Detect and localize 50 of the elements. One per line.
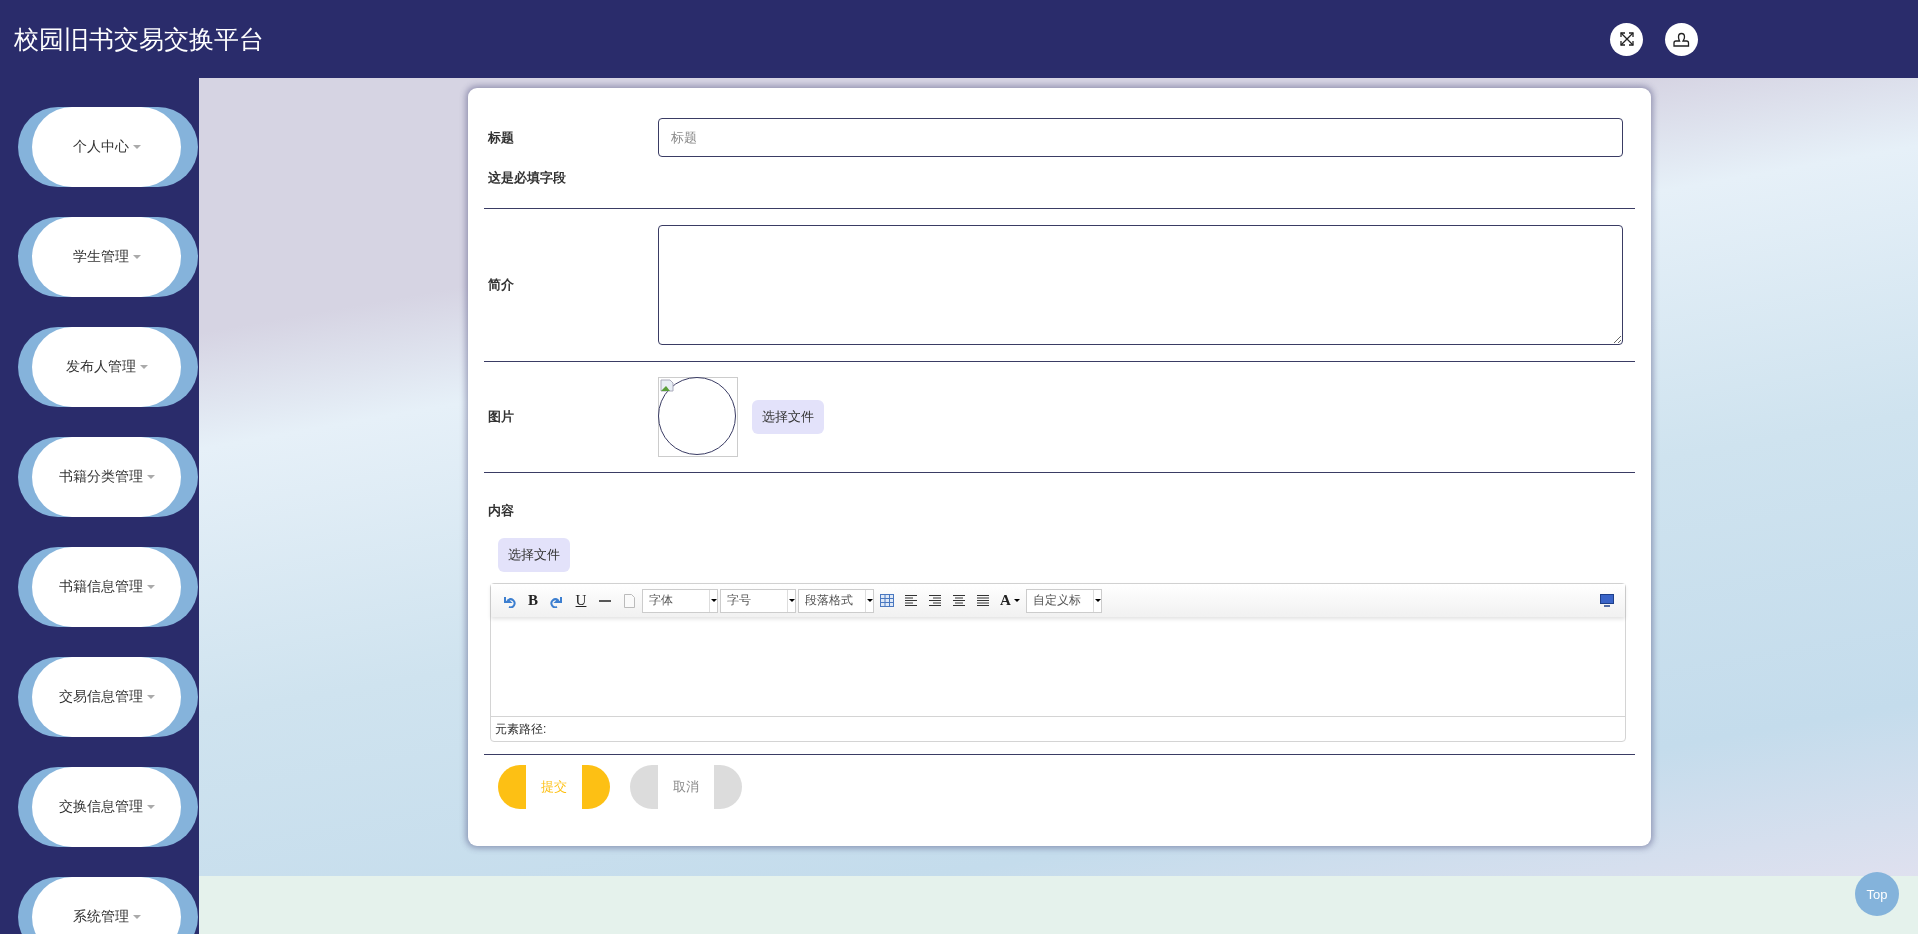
- caret-icon: [139, 365, 148, 369]
- font-color-button[interactable]: A: [995, 590, 1025, 611]
- caret-icon: [788, 599, 795, 602]
- person-icon: [1673, 30, 1690, 48]
- cancel-button[interactable]: 取消: [630, 765, 742, 809]
- caret-icon: [1013, 599, 1020, 602]
- sidebar-item[interactable]: 学生管理: [18, 217, 198, 297]
- caret-icon: [1094, 599, 1101, 602]
- caret-icon: [132, 255, 141, 259]
- text-lines-icon: [952, 594, 966, 607]
- user-button[interactable]: [1665, 22, 1698, 56]
- text-lines-icon: [976, 594, 990, 607]
- page-icon: [622, 593, 636, 608]
- underline-button[interactable]: U: [569, 590, 593, 611]
- sidebar-item[interactable]: 发布人管理: [18, 327, 198, 407]
- field-label: 简介: [488, 276, 515, 294]
- app-title: 校园旧书交易交换平台: [14, 23, 265, 55]
- caret-icon: [146, 585, 155, 589]
- text-lines-icon: [928, 594, 942, 607]
- caret-icon: [146, 695, 155, 699]
- title-input[interactable]: 标题: [658, 118, 1623, 157]
- fullscreen-button[interactable]: [1610, 22, 1643, 56]
- monitor-icon: [1600, 594, 1614, 607]
- caret-icon: [866, 599, 873, 602]
- text-lines-icon: [904, 594, 918, 607]
- caret-icon: [710, 599, 717, 602]
- dropdown-select[interactable]: 字号: [720, 588, 796, 613]
- element-path-label: 元素路径:: [495, 720, 547, 738]
- field-label: 内容: [488, 502, 515, 520]
- caret-icon: [132, 145, 141, 149]
- dropdown-select[interactable]: 自定义标: [1026, 588, 1102, 613]
- caret-icon: [146, 475, 155, 479]
- table-icon: [880, 594, 894, 607]
- choose-file-button[interactable]: 选择文件: [752, 400, 824, 434]
- sidebar-item[interactable]: 书籍信息管理: [18, 547, 198, 627]
- field-label: 标题: [488, 128, 515, 147]
- dropdown-select[interactable]: 段落格式: [798, 588, 874, 613]
- required-hint: 这是必填字段: [488, 169, 567, 187]
- sidebar-item[interactable]: 交易信息管理: [18, 657, 198, 737]
- bold-button[interactable]: B: [521, 590, 545, 611]
- caret-icon: [146, 805, 155, 809]
- caret-icon: [132, 915, 141, 919]
- field-label: 图片: [488, 408, 515, 426]
- expand-arrows-icon: [1618, 31, 1635, 47]
- sidebar-item[interactable]: 书籍分类管理: [18, 437, 198, 517]
- sidebar-item[interactable]: 系统管理: [18, 877, 198, 934]
- sidebar-item[interactable]: 交换信息管理: [18, 767, 198, 847]
- dropdown-select[interactable]: 字体: [642, 588, 718, 613]
- choose-file-button[interactable]: 选择文件: [498, 538, 570, 572]
- sidebar-item[interactable]: 个人中心: [18, 107, 198, 187]
